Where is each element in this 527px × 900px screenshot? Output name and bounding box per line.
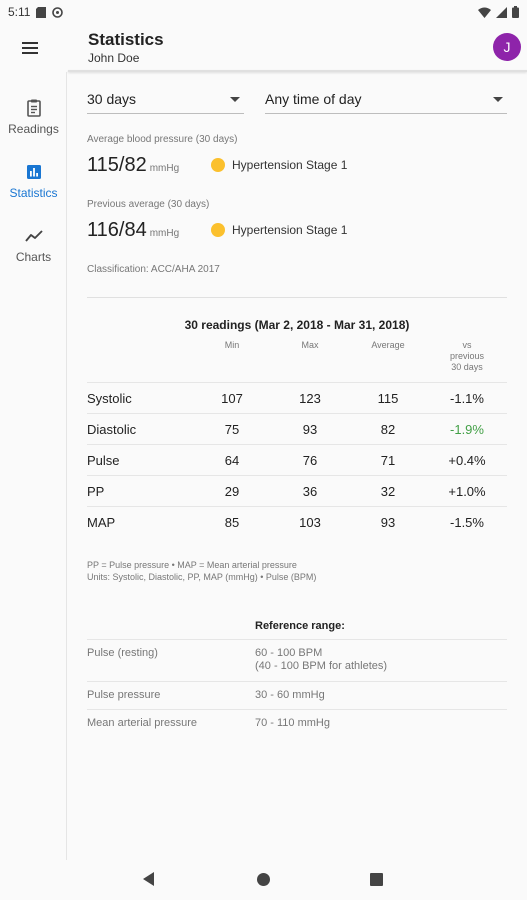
classification-note: Classification: ACC/AHA 2017	[87, 264, 220, 275]
col-head-min: Min	[224, 340, 240, 350]
time-of-day-select-value: Any time of day	[265, 91, 362, 107]
signal-icon	[496, 6, 507, 18]
table-row: PP 29 36 32 +1.0%	[87, 484, 486, 499]
bar-chart-icon	[26, 165, 41, 179]
range-select[interactable]: 30 days	[87, 84, 244, 114]
avatar[interactable]: J	[493, 33, 521, 61]
col-head-average: Average	[371, 340, 405, 350]
status-dot-icon	[211, 158, 225, 172]
system-nav-bar	[0, 860, 527, 900]
average-bp-number: 115/82	[87, 154, 147, 176]
nav-item-readings[interactable]: Readings	[0, 94, 67, 148]
line-chart-icon	[24, 230, 43, 242]
table-row: Pulse 64 76 71 +0.4%	[87, 453, 486, 468]
nav-label-readings: Readings	[8, 122, 59, 136]
dropdown-arrow-icon	[230, 97, 240, 102]
nav-item-statistics[interactable]: Statistics	[0, 158, 67, 212]
previous-classification-label: Hypertension Stage 1	[232, 223, 348, 237]
wifi-icon	[478, 7, 491, 18]
table-row: Systolic 107 123 115 -1.1%	[87, 391, 484, 406]
table-row: MAP 85 103 93 -1.5%	[87, 515, 484, 530]
status-bar: 5:11	[0, 0, 527, 24]
nav-label-charts: Charts	[15, 250, 52, 264]
average-caption: Average blood pressure (30 days)	[87, 134, 238, 145]
menu-icon	[22, 42, 38, 44]
previous-bp-unit: mmHg	[149, 228, 180, 239]
previous-caption: Previous average (30 days)	[87, 199, 210, 210]
table-row: Diastolic 75 93 82 -1.9%	[87, 422, 484, 437]
status-dot-icon	[211, 223, 225, 237]
abbreviation-note: PP = Pulse pressure • MAP = Mean arteria…	[87, 560, 297, 570]
home-icon[interactable]	[257, 873, 270, 886]
back-icon[interactable]	[143, 872, 154, 886]
average-bp-value: 115/82 mmHg	[87, 154, 179, 177]
previous-bp-value: 116/84 mmHg	[87, 219, 179, 242]
sd-card-icon	[36, 6, 47, 18]
section-divider	[87, 297, 507, 298]
battery-icon	[512, 6, 519, 18]
units-note: Units: Systolic, Diastolic, PP, MAP (mmH…	[87, 572, 317, 582]
col-head-max: Max	[301, 340, 319, 350]
nav-item-charts[interactable]: Charts	[0, 222, 67, 276]
reference-range-heading: Reference range:	[255, 620, 345, 632]
average-classification-label: Hypertension Stage 1	[232, 158, 348, 172]
nav-label-statistics: Statistics	[9, 186, 58, 200]
average-classification-badge: Hypertension Stage 1	[211, 158, 347, 172]
status-time: 5:11	[8, 5, 31, 19]
menu-button[interactable]	[22, 36, 46, 60]
previous-bp-number: 116/84	[87, 219, 147, 241]
table-title: 30 readings (Mar 2, 2018 - Mar 31, 2018)	[184, 318, 410, 332]
nav-rail: Readings Statistics Charts	[0, 72, 67, 860]
sync-icon	[52, 6, 64, 18]
recents-icon[interactable]	[370, 873, 383, 886]
clipboard-icon	[26, 99, 41, 117]
previous-classification-badge: Hypertension Stage 1	[211, 223, 347, 237]
app-bar-divider	[68, 70, 527, 72]
average-bp-unit: mmHg	[149, 163, 180, 174]
time-of-day-select[interactable]: Any time of day	[265, 84, 507, 114]
dropdown-arrow-icon	[493, 97, 503, 102]
range-select-value: 30 days	[87, 91, 137, 107]
page-title: Statistics	[88, 30, 164, 49]
app-bar: Statistics John Doe J	[0, 24, 527, 72]
page-subtitle: John Doe	[88, 51, 140, 65]
col-head-vs-previous: vs previous 30 days	[449, 340, 485, 372]
